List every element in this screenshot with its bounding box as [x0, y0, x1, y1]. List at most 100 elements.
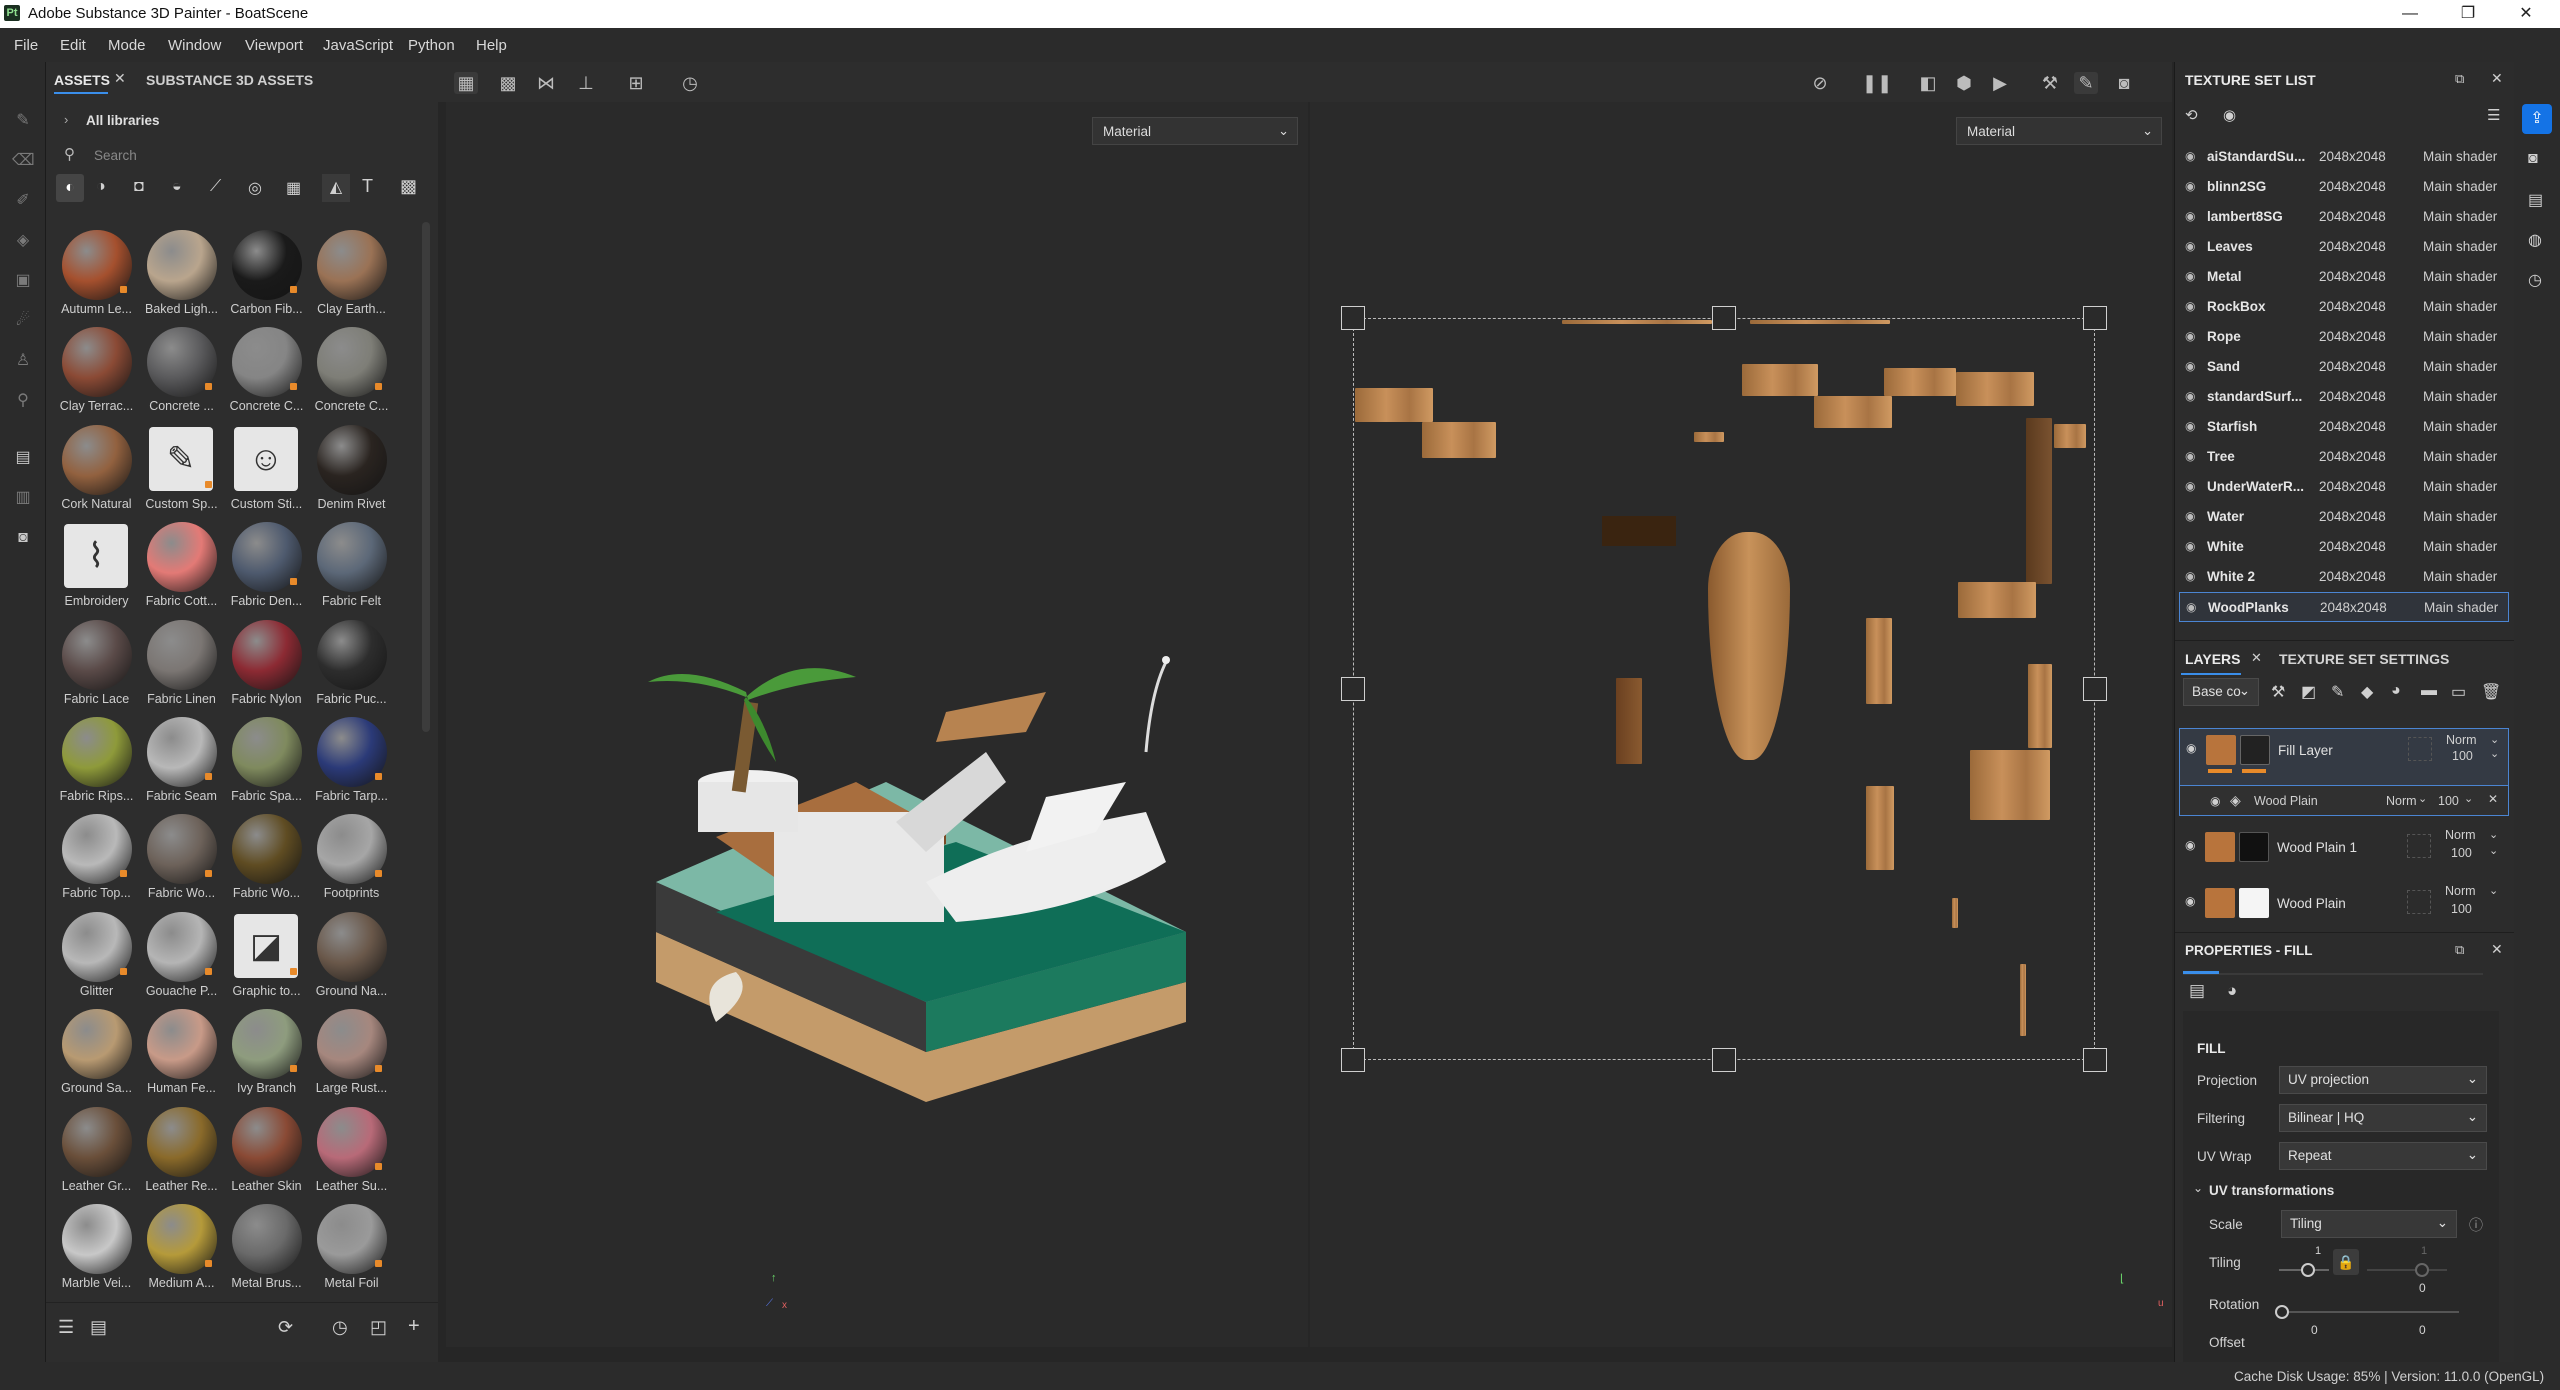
fill-properties-icon[interactable]: ▤ — [2189, 981, 2205, 1001]
shader-settings-icon[interactable]: ▤ — [2528, 190, 2543, 210]
asset-item[interactable]: Fabric Tarp... — [309, 713, 394, 810]
uv-handle[interactable] — [1712, 1048, 1736, 1072]
add-mask-icon[interactable]: ◩ — [2301, 682, 2316, 702]
eye-icon[interactable]: ◉ — [2185, 149, 2195, 163]
eye-icon[interactable]: ◉ — [2185, 179, 2195, 193]
chevron-down-icon[interactable]: ⌄ — [2193, 1181, 2203, 1195]
menu-icon[interactable]: ☰ — [2487, 106, 2500, 124]
texture-set-row[interactable]: ◉ Metal 2048x2048 Main shader — [2179, 262, 2509, 292]
texture-set-row[interactable]: ◉ lambert8SG 2048x2048 Main shader — [2179, 202, 2509, 232]
mask-filter-icon[interactable]: ◘ — [134, 178, 144, 196]
tab-substance-assets[interactable]: SUBSTANCE 3D ASSETS — [146, 72, 313, 88]
asset-item[interactable]: Ivy Branch — [224, 1005, 309, 1102]
layer-row-wood-plain-effect[interactable]: ◉ ◈ Wood Plain Norm ⌄ 100 ⌄ ✕ — [2179, 786, 2509, 816]
shelf-icon[interactable]: ▥ — [12, 487, 34, 509]
asset-item[interactable]: Metal Brus... — [224, 1200, 309, 1297]
asset-item[interactable]: Gouache P... — [139, 908, 224, 1005]
close-tab-icon[interactable]: ✕ — [2251, 650, 2262, 666]
texture-set-row[interactable]: ◉ Water 2048x2048 Main shader — [2179, 502, 2509, 532]
asset-item[interactable]: Leather Su... — [309, 1103, 394, 1200]
asset-item[interactable]: Medium A... — [139, 1200, 224, 1297]
eye-icon[interactable]: ◉ — [2185, 239, 2195, 253]
texture-set-row[interactable]: ◉ Tree 2048x2048 Main shader — [2179, 442, 2509, 472]
eye-icon[interactable]: ◉ — [2185, 894, 2195, 908]
cube-icon[interactable]: ⬢ — [1952, 72, 1976, 94]
chevron-right-icon[interactable]: › — [64, 112, 68, 127]
scale-dropdown[interactable]: Tiling ⌄ — [2281, 1210, 2457, 1238]
smart-material-icon[interactable]: ◕ — [2391, 682, 2401, 700]
import-icon[interactable]: ◰ — [370, 1317, 387, 1338]
texture-set-row[interactable]: ◉ Leaves 2048x2048 Main shader — [2179, 232, 2509, 262]
undock-icon[interactable]: ⧉ — [2455, 942, 2464, 958]
asset-item[interactable]: Footprints — [309, 810, 394, 907]
asset-item[interactable]: Ground Sa... — [54, 1005, 139, 1102]
asset-item[interactable]: Leather Skin — [224, 1103, 309, 1200]
slider-handle[interactable] — [2415, 1263, 2429, 1277]
asset-item[interactable]: Fabric Lace — [54, 616, 139, 713]
slider-handle[interactable] — [2301, 1263, 2315, 1277]
menu-viewport[interactable]: Viewport — [245, 37, 303, 54]
asset-item[interactable]: ✎ Custom Sp... — [139, 421, 224, 518]
material-filter-icon[interactable]: ◐ — [56, 174, 84, 202]
menu-file[interactable]: File — [14, 37, 38, 54]
opacity-value[interactable]: 100 — [2438, 794, 2459, 808]
history-icon[interactable]: ◷ — [332, 1317, 348, 1338]
menu-python[interactable]: Python — [408, 37, 455, 54]
blend-mode[interactable]: Norm — [2446, 733, 2477, 747]
menu-javascript[interactable]: JavaScript — [323, 37, 393, 54]
generator-filter-icon[interactable]: ◒ — [172, 178, 182, 196]
eye-icon[interactable]: ◉ — [2186, 600, 2196, 614]
opacity-value[interactable]: 100 — [2451, 902, 2472, 916]
hide-icon[interactable]: ⊘ — [1808, 72, 1832, 94]
eye-icon[interactable]: ◉ — [2185, 479, 2195, 493]
blend-mode[interactable]: Norm — [2445, 828, 2476, 842]
asset-item[interactable]: Fabric Felt — [309, 518, 394, 615]
asset-item[interactable]: Concrete ... — [139, 323, 224, 420]
menu-edit[interactable]: Edit — [60, 37, 86, 54]
tab-assets[interactable]: ASSETS — [54, 72, 110, 88]
paint-brush-icon[interactable]: ✎ — [12, 110, 34, 132]
asset-item[interactable]: Metal Foil — [309, 1200, 394, 1297]
eye-icon[interactable]: ◉ — [2185, 389, 2195, 403]
asset-item[interactable]: Marble Vei... — [54, 1200, 139, 1297]
symmetry-icon[interactable]: ⋈ — [534, 72, 558, 94]
uv-handle[interactable] — [2083, 306, 2107, 330]
smudge-icon[interactable]: ☄ — [12, 310, 34, 332]
asset-item[interactable]: Concrete C... — [309, 323, 394, 420]
menu-window[interactable]: Window — [168, 37, 221, 54]
asset-item[interactable]: Fabric Puc... — [309, 616, 394, 713]
eye-icon[interactable]: ◉ — [2210, 794, 2220, 808]
refresh-icon[interactable]: ⟳ — [278, 1317, 293, 1338]
camera-icon[interactable]: ◙ — [12, 527, 34, 549]
eye-icon[interactable]: ◉ — [2185, 539, 2195, 553]
texture-set-row[interactable]: ◉ Rope 2048x2048 Main shader — [2179, 322, 2509, 352]
folder-icon[interactable]: ▬ — [2421, 682, 2437, 700]
eye-icon[interactable]: ◉ — [2185, 569, 2195, 583]
eye-icon[interactable]: ◉ — [2185, 329, 2195, 343]
asset-item[interactable]: Concrete C... — [224, 323, 309, 420]
visibility-toggle-icon[interactable]: ⟲ — [2185, 106, 2198, 124]
asset-item[interactable]: Glitter — [54, 908, 139, 1005]
list-view-icon[interactable]: ☰ — [58, 1317, 74, 1338]
asset-item[interactable]: Denim Rivet — [309, 421, 394, 518]
asset-item[interactable]: ⌇ Embroidery — [54, 518, 139, 615]
asset-item[interactable]: Fabric Linen — [139, 616, 224, 713]
projection-icon[interactable]: ✐ — [12, 190, 34, 212]
close-window-icon[interactable]: ✕ — [2506, 2, 2546, 26]
asset-item[interactable]: Clay Terrac... — [54, 323, 139, 420]
asset-item[interactable]: Fabric Seam — [139, 713, 224, 810]
asset-item[interactable]: Autumn Le... — [54, 226, 139, 323]
minimize-icon[interactable]: — — [2390, 2, 2430, 26]
blend-mode[interactable]: Norm — [2386, 794, 2417, 808]
opacity-value[interactable]: 100 — [2451, 846, 2472, 860]
uv-handle[interactable] — [1341, 306, 1365, 330]
trash-icon[interactable]: 🗑 — [2481, 682, 2501, 702]
layer-row-fill-layer[interactable]: ◉ Fill Layer Norm ⌄ 100 ⌄ — [2179, 728, 2509, 786]
history-icon[interactable]: ◷ — [2528, 270, 2542, 290]
filtering-dropdown[interactable]: Bilinear | HQ ⌄ — [2279, 1104, 2487, 1132]
texture-set-row[interactable]: ◉ Sand 2048x2048 Main shader — [2179, 352, 2509, 382]
smart-material-filter-icon[interactable]: ◑ — [96, 178, 106, 196]
blend-mode[interactable]: Norm — [2445, 884, 2476, 898]
filter-list-icon[interactable]: ▤ — [90, 1317, 107, 1338]
eye-icon[interactable]: ◉ — [2185, 359, 2195, 373]
